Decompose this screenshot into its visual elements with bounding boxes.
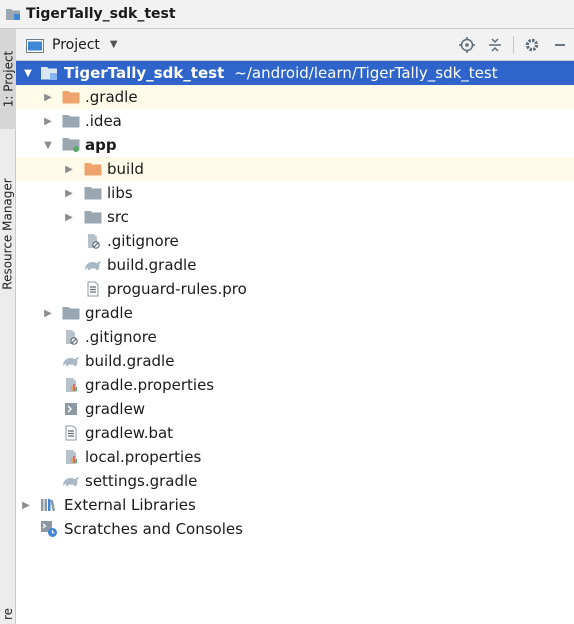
expand-arrow-icon[interactable]: ▶	[63, 163, 75, 175]
tree-item-label: src	[107, 208, 129, 226]
root-name: TigerTally_sdk_test	[64, 64, 225, 82]
tree-item-build[interactable]: ▶ build	[16, 157, 574, 181]
project-title[interactable]: TigerTally_sdk_test	[26, 6, 176, 22]
expand-arrow-icon[interactable]: ▶	[42, 91, 54, 103]
tree-item-dot-gradle[interactable]: ▶ .gradle	[16, 85, 574, 109]
folder-icon	[62, 113, 80, 129]
tree-item-label: External Libraries	[64, 496, 196, 514]
tree-item-gradlew[interactable]: gradlew	[16, 397, 574, 421]
project-view-icon	[26, 38, 44, 53]
properties-file-icon	[62, 377, 80, 393]
root-path: ~/android/learn/TigerTally_sdk_test	[234, 64, 498, 82]
tree-item-src[interactable]: ▶ src	[16, 205, 574, 229]
tree-item-label: libs	[107, 184, 133, 202]
tree-item-app-gitignore[interactable]: .gitignore	[16, 229, 574, 253]
minimize-icon[interactable]	[546, 31, 574, 59]
tree-item-external-libraries[interactable]: ▶ External Libraries	[16, 493, 574, 517]
folder-orange-icon	[62, 89, 80, 105]
expand-arrow-icon[interactable]: ▶	[42, 307, 54, 319]
gradle-icon	[62, 353, 80, 369]
tree-item-label: gradle.properties	[85, 376, 215, 394]
tree-item-gitignore[interactable]: .gitignore	[16, 325, 574, 349]
scratches-icon	[40, 521, 58, 537]
tree-item-label: Scratches and Consoles	[64, 520, 243, 538]
tree-item-gradle-properties[interactable]: gradle.properties	[16, 373, 574, 397]
tree-item-label: build	[107, 160, 144, 178]
project-folder-icon	[40, 65, 58, 81]
tab-project-label: 1: Project	[1, 50, 15, 108]
tree-item-label: .gitignore	[85, 328, 157, 346]
tree-item-gradlew-bat[interactable]: gradlew.bat	[16, 421, 574, 445]
gradle-icon	[62, 473, 80, 489]
module-folder-icon	[62, 137, 80, 153]
tree-item-dot-idea[interactable]: ▶ .idea	[16, 109, 574, 133]
tree-root[interactable]: ▼ TigerTally_sdk_test ~/android/learn/Tig…	[16, 61, 574, 85]
tree-item-label: .gradle	[85, 88, 138, 106]
properties-file-icon	[62, 449, 80, 465]
locate-icon[interactable]	[453, 31, 481, 59]
gradle-icon	[84, 257, 102, 273]
gear-icon[interactable]	[518, 31, 546, 59]
expand-arrow-icon[interactable]: ▼	[22, 67, 34, 79]
tree-item-libs[interactable]: ▶ libs	[16, 181, 574, 205]
navigation-bar: TigerTally_sdk_test	[0, 0, 574, 29]
ignored-file-icon	[62, 329, 80, 345]
tree-item-app-build-gradle[interactable]: build.gradle	[16, 253, 574, 277]
tab-resource-manager[interactable]: Resource Manager	[0, 149, 16, 319]
tree-item-label: .gitignore	[107, 232, 179, 250]
tab-resource-manager-label: Resource Manager	[1, 178, 16, 290]
folder-icon	[84, 185, 102, 201]
expand-arrow-icon[interactable]: ▶	[63, 187, 75, 199]
tree-item-build-gradle[interactable]: build.gradle	[16, 349, 574, 373]
folder-icon	[62, 305, 80, 321]
tree-item-label: app	[85, 136, 117, 154]
expand-arrow-icon[interactable]: ▼	[42, 139, 54, 151]
tab-project[interactable]: 1: Project	[0, 29, 16, 129]
project-tree: ▼ TigerTally_sdk_test ~/android/learn/Tig…	[16, 61, 574, 541]
expand-arrow-icon[interactable]: ▶	[63, 211, 75, 223]
collapse-all-icon[interactable]	[481, 31, 509, 59]
shell-script-icon	[62, 401, 80, 417]
tab-bottom-partial[interactable]: re	[0, 604, 16, 624]
tree-item-gradle-folder[interactable]: ▶ gradle	[16, 301, 574, 325]
text-file-icon	[84, 281, 102, 297]
expand-arrow-icon[interactable]: ▶	[42, 115, 54, 127]
tree-item-app[interactable]: ▼ app	[16, 133, 574, 157]
tree-item-label: build.gradle	[85, 352, 175, 370]
tree-item-local-properties[interactable]: local.properties	[16, 445, 574, 469]
tree-item-scratches-consoles[interactable]: Scratches and Consoles	[16, 517, 574, 541]
library-icon	[40, 497, 58, 513]
view-selector[interactable]: Project	[52, 37, 100, 53]
tree-item-label: local.properties	[85, 448, 202, 466]
tree-item-label: settings.gradle	[85, 472, 198, 490]
tree-item-label: gradlew.bat	[85, 424, 174, 442]
tree-item-label: gradle	[85, 304, 133, 322]
ignored-file-icon	[84, 233, 102, 249]
left-tool-strip: 1: Project Resource Manager re	[0, 29, 16, 624]
text-file-icon	[62, 425, 80, 441]
chevron-down-icon[interactable]: ▼	[110, 39, 118, 50]
project-tool-header: Project ▼	[16, 29, 574, 61]
folder-orange-icon	[84, 161, 102, 177]
folder-icon	[84, 209, 102, 225]
tree-item-label: gradlew	[85, 400, 146, 418]
expand-arrow-icon[interactable]: ▶	[20, 499, 32, 511]
tree-item-label: build.gradle	[107, 256, 197, 274]
tree-item-settings-gradle[interactable]: settings.gradle	[16, 469, 574, 493]
tree-item-proguard-rules[interactable]: proguard-rules.pro	[16, 277, 574, 301]
tree-item-label: proguard-rules.pro	[107, 280, 247, 298]
header-divider	[513, 35, 514, 54]
tree-item-label: .idea	[85, 112, 122, 130]
tree-root-label: TigerTally_sdk_test ~/android/learn/Tiger…	[64, 64, 498, 82]
project-folder-icon	[4, 5, 22, 23]
tab-bottom-partial-label: re	[1, 607, 15, 621]
